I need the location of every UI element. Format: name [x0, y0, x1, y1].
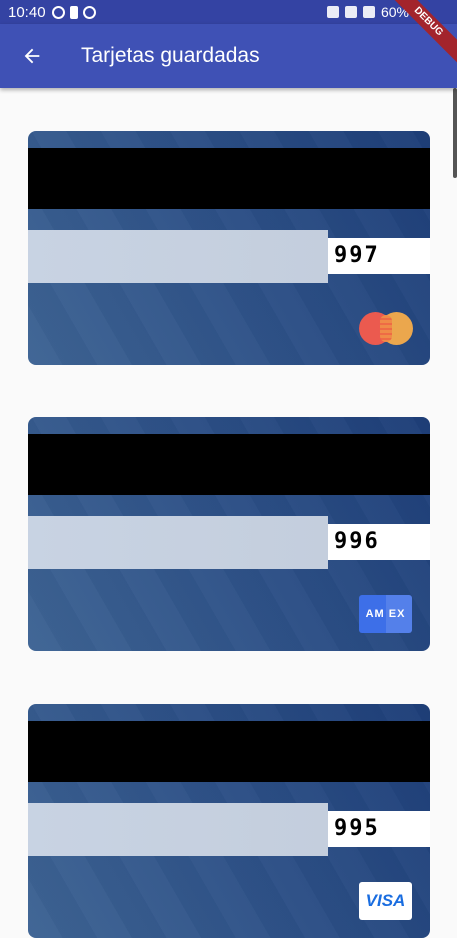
app-bar: Tarjetas guardadas: [0, 24, 457, 88]
whatsapp-icon: [51, 5, 65, 19]
status-bar: 10:40 60%: [0, 0, 457, 24]
visa-label: VISA: [359, 882, 412, 920]
arrow-back-icon: [24, 48, 40, 64]
back-button[interactable]: [0, 24, 64, 88]
amex-label: AM EX: [359, 595, 412, 633]
page-title: Tarjetas guardadas: [81, 44, 260, 67]
battery-level: 60%: [380, 4, 409, 20]
amex-logo-icon: AM EX: [359, 595, 412, 633]
notification-icons: [51, 5, 96, 19]
signature-strip: [28, 230, 328, 283]
visa-logo-icon: VISA: [359, 882, 412, 920]
signature-strip: [28, 803, 328, 856]
magnetic-stripe: [28, 148, 430, 209]
card-cvv: 995: [328, 811, 430, 847]
card-cvv: 997: [328, 238, 430, 274]
status-time: 10:40: [8, 3, 46, 21]
scrollbar[interactable]: [453, 88, 457, 178]
magnetic-stripe: [28, 434, 430, 495]
card-cvv: 996: [328, 524, 430, 560]
wifi-icon: [344, 6, 357, 18]
saved-card-mastercard[interactable]: 997: [28, 131, 430, 365]
magnetic-stripe: [28, 721, 430, 782]
signature-strip: [28, 516, 328, 569]
sync-icon: [82, 5, 96, 19]
saved-card-visa[interactable]: 995 VISA: [28, 704, 430, 938]
saved-card-amex[interactable]: 996 AM EX: [28, 417, 430, 651]
mastercard-logo-icon: [359, 309, 413, 347]
signal-icon: [362, 6, 375, 18]
alarm-icon: [326, 6, 339, 18]
usb-icon: [69, 5, 78, 19]
